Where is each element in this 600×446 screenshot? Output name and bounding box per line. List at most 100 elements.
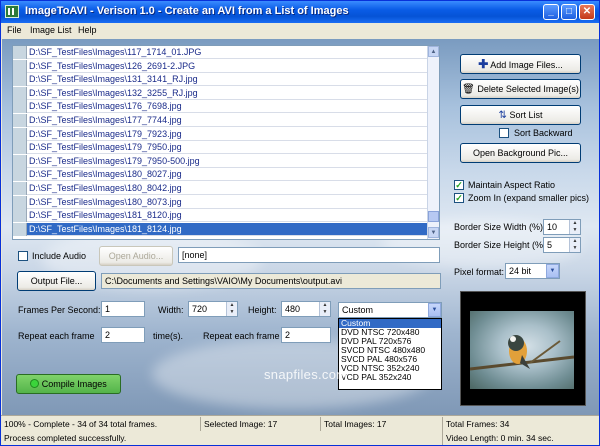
width-field[interactable]: 720 ▲ ▼	[188, 301, 238, 317]
open-background-button[interactable]: Open Background Pic...	[460, 143, 581, 163]
list-item[interactable]: D:\SF_TestFiles\Images\180_8027.jpg	[13, 168, 429, 182]
pixel-format-select[interactable]: 24 bit ▼	[505, 263, 560, 279]
list-item-path: D:\SF_TestFiles\Images\180_8027.jpg	[29, 169, 182, 180]
delete-selected-button[interactable]: 🗑 Delete Selected Image(s)	[460, 79, 581, 99]
list-item[interactable]: D:\SF_TestFiles\Images\131_3141_RJ.jpg	[13, 73, 429, 87]
menu-file[interactable]: File	[7, 25, 22, 35]
maintain-aspect-label: Maintain Aspect Ratio	[468, 180, 556, 190]
row-gutter	[13, 59, 27, 73]
preset-dropdown-list[interactable]: Custom DVD NTSC 720x480 DVD PAL 720x576 SVC…	[338, 318, 442, 390]
height-label: Height:	[248, 305, 277, 315]
repeat-frame-label-2: Repeat each frame	[203, 331, 280, 341]
width-label: Width:	[158, 305, 184, 315]
pixel-format-label: Pixel format:	[454, 267, 505, 277]
row-gutter	[13, 100, 27, 114]
title-bar[interactable]: ImageToAVI - Verison 1.0 - Create an AVI…	[1, 1, 599, 23]
green-dot-icon	[30, 379, 40, 388]
list-item-path: D:\SF_TestFiles\Images\180_8042.jpg	[29, 183, 182, 193]
window-title: ImageToAVI - Verison 1.0 - Create an AVI…	[25, 5, 349, 17]
sort-backward-label: Sort Backward	[514, 128, 573, 138]
repeat-frame-field[interactable]: 2	[101, 327, 145, 343]
height-spinner[interactable]: ▲ ▼	[319, 302, 330, 316]
preset-select[interactable]: Custom ▼	[338, 302, 442, 318]
status-selected-image: Selected Image: 17	[201, 417, 321, 431]
row-gutter	[13, 209, 27, 223]
row-gutter	[13, 154, 27, 168]
border-height-label: Border Size Height (%):	[454, 240, 549, 250]
list-item[interactable]: D:\SF_TestFiles\Images\180_8073.jpg	[13, 195, 429, 209]
fps-label: Frames Per Second:	[18, 305, 101, 315]
scroll-thumb[interactable]	[428, 211, 439, 222]
list-item-path: D:\SF_TestFiles\Images\176_7698.jpg	[29, 101, 182, 112]
row-gutter	[13, 222, 27, 236]
border-width-field[interactable]: 10 ▲ ▼	[543, 219, 581, 235]
chevron-down-icon[interactable]: ▼	[546, 264, 559, 278]
close-button[interactable]: ✕	[579, 4, 595, 20]
maximize-button[interactable]: □	[561, 4, 577, 20]
preset-option[interactable]: VCD PAL 352x240	[339, 373, 441, 382]
plus-icon: ✚	[478, 57, 489, 71]
list-item-path: D:\SF_TestFiles\Images\181_8124.jpg	[29, 223, 182, 234]
add-images-button[interactable]: ✚ Add Image Files...	[460, 54, 581, 74]
image-listbox[interactable]: D:\SF_TestFiles\Images\117_1714_01.JPG D:…	[12, 45, 440, 240]
open-audio-button[interactable]: Open Audio...	[99, 246, 173, 266]
row-gutter	[13, 114, 27, 127]
list-item[interactable]: D:\SF_TestFiles\Images\179_7950-500.jpg	[13, 154, 429, 168]
border-width-label: Border Size Width (%):	[454, 222, 546, 232]
border-width-spinner[interactable]: ▲ ▼	[569, 220, 580, 234]
sort-backward-checkbox[interactable]	[499, 128, 509, 138]
audio-path-field[interactable]: [none]	[178, 247, 440, 263]
scroll-up-icon[interactable]: ▲	[428, 46, 439, 57]
list-item[interactable]: D:\SF_TestFiles\Images\126_2691-2.JPG	[13, 59, 429, 73]
border-height-spinner[interactable]: ▲ ▼	[569, 238, 580, 252]
menu-help[interactable]: Help	[78, 25, 97, 35]
list-scrollbar[interactable]: ▲ ▼	[427, 46, 439, 239]
row-gutter	[13, 73, 27, 87]
watermark: snapfiles.com	[264, 367, 348, 382]
width-spinner[interactable]: ▲ ▼	[226, 302, 237, 316]
list-item[interactable]: D:\SF_TestFiles\Images\181_8120.jpg	[13, 209, 429, 223]
sort-list-button[interactable]: ⇅ Sort List	[460, 105, 581, 125]
output-path-field[interactable]: C:\Documents and Settings\VAIO\My Docume…	[101, 273, 441, 289]
border-height-field[interactable]: 5 ▲ ▼	[543, 237, 581, 253]
maintain-aspect-checkbox[interactable]: ✓	[454, 180, 464, 190]
list-item[interactable]: D:\SF_TestFiles\Images\179_7950.jpg	[13, 141, 429, 155]
list-item[interactable]: D:\SF_TestFiles\Images\132_3255_RJ.jpg	[13, 86, 429, 100]
image-preview	[460, 291, 586, 406]
list-item-path: D:\SF_TestFiles\Images\179_7923.jpg	[29, 128, 182, 139]
height-field[interactable]: 480 ▲ ▼	[281, 301, 331, 317]
trash-icon: 🗑	[462, 84, 475, 95]
list-item-path: D:\SF_TestFiles\Images\132_3255_RJ.jpg	[29, 87, 198, 98]
app-window: ImageToAVI - Verison 1.0 - Create an AVI…	[0, 0, 600, 446]
fps-field[interactable]: 1	[101, 301, 145, 317]
bird-illustration	[470, 335, 574, 371]
list-item[interactable]: D:\SF_TestFiles\Images\176_7698.jpg	[13, 100, 429, 114]
repeat-frame-field-2[interactable]: 2	[281, 327, 331, 343]
row-gutter	[13, 182, 27, 195]
status-video-length: Video Length: 0 min. 34 sec.	[446, 433, 554, 443]
list-item[interactable]: D:\SF_TestFiles\Images\179_7923.jpg	[13, 127, 429, 141]
menu-bar: File Image List Help	[1, 23, 599, 39]
chevron-down-icon[interactable]: ▼	[428, 303, 441, 317]
status-progress: 100% - Complete - 34 of 34 total frames.	[1, 417, 201, 431]
list-item[interactable]: D:\SF_TestFiles\Images\181_8124.jpg	[13, 222, 429, 236]
list-item-path: D:\SF_TestFiles\Images\126_2691-2.JPG	[29, 60, 196, 71]
include-audio-checkbox[interactable]	[18, 251, 28, 261]
scroll-down-icon[interactable]: ▼	[428, 227, 439, 238]
list-item[interactable]: D:\SF_TestFiles\Images\180_8042.jpg	[13, 182, 429, 195]
main-panel: D:\SF_TestFiles\Images\117_1714_01.JPG D:…	[2, 39, 599, 415]
menu-image-list[interactable]: Image List	[30, 25, 72, 35]
zoom-in-label: Zoom In (expand smaller pics)	[468, 193, 590, 203]
row-gutter	[13, 168, 27, 182]
output-file-button[interactable]: Output File...	[17, 271, 96, 291]
list-item[interactable]: D:\SF_TestFiles\Images\177_7744.jpg	[13, 114, 429, 127]
row-gutter	[13, 86, 27, 100]
list-item-path: D:\SF_TestFiles\Images\179_7950-500.jpg	[29, 155, 200, 166]
status-total-images: Total Images: 17	[321, 417, 443, 431]
zoom-in-checkbox[interactable]: ✓	[454, 193, 464, 203]
list-item[interactable]: D:\SF_TestFiles\Images\117_1714_01.JPG	[13, 46, 429, 59]
minimize-button[interactable]: _	[543, 4, 559, 20]
row-gutter	[13, 127, 27, 141]
compile-button[interactable]: Compile Images	[16, 374, 121, 394]
repeat-unit-label: time(s).	[153, 331, 183, 341]
